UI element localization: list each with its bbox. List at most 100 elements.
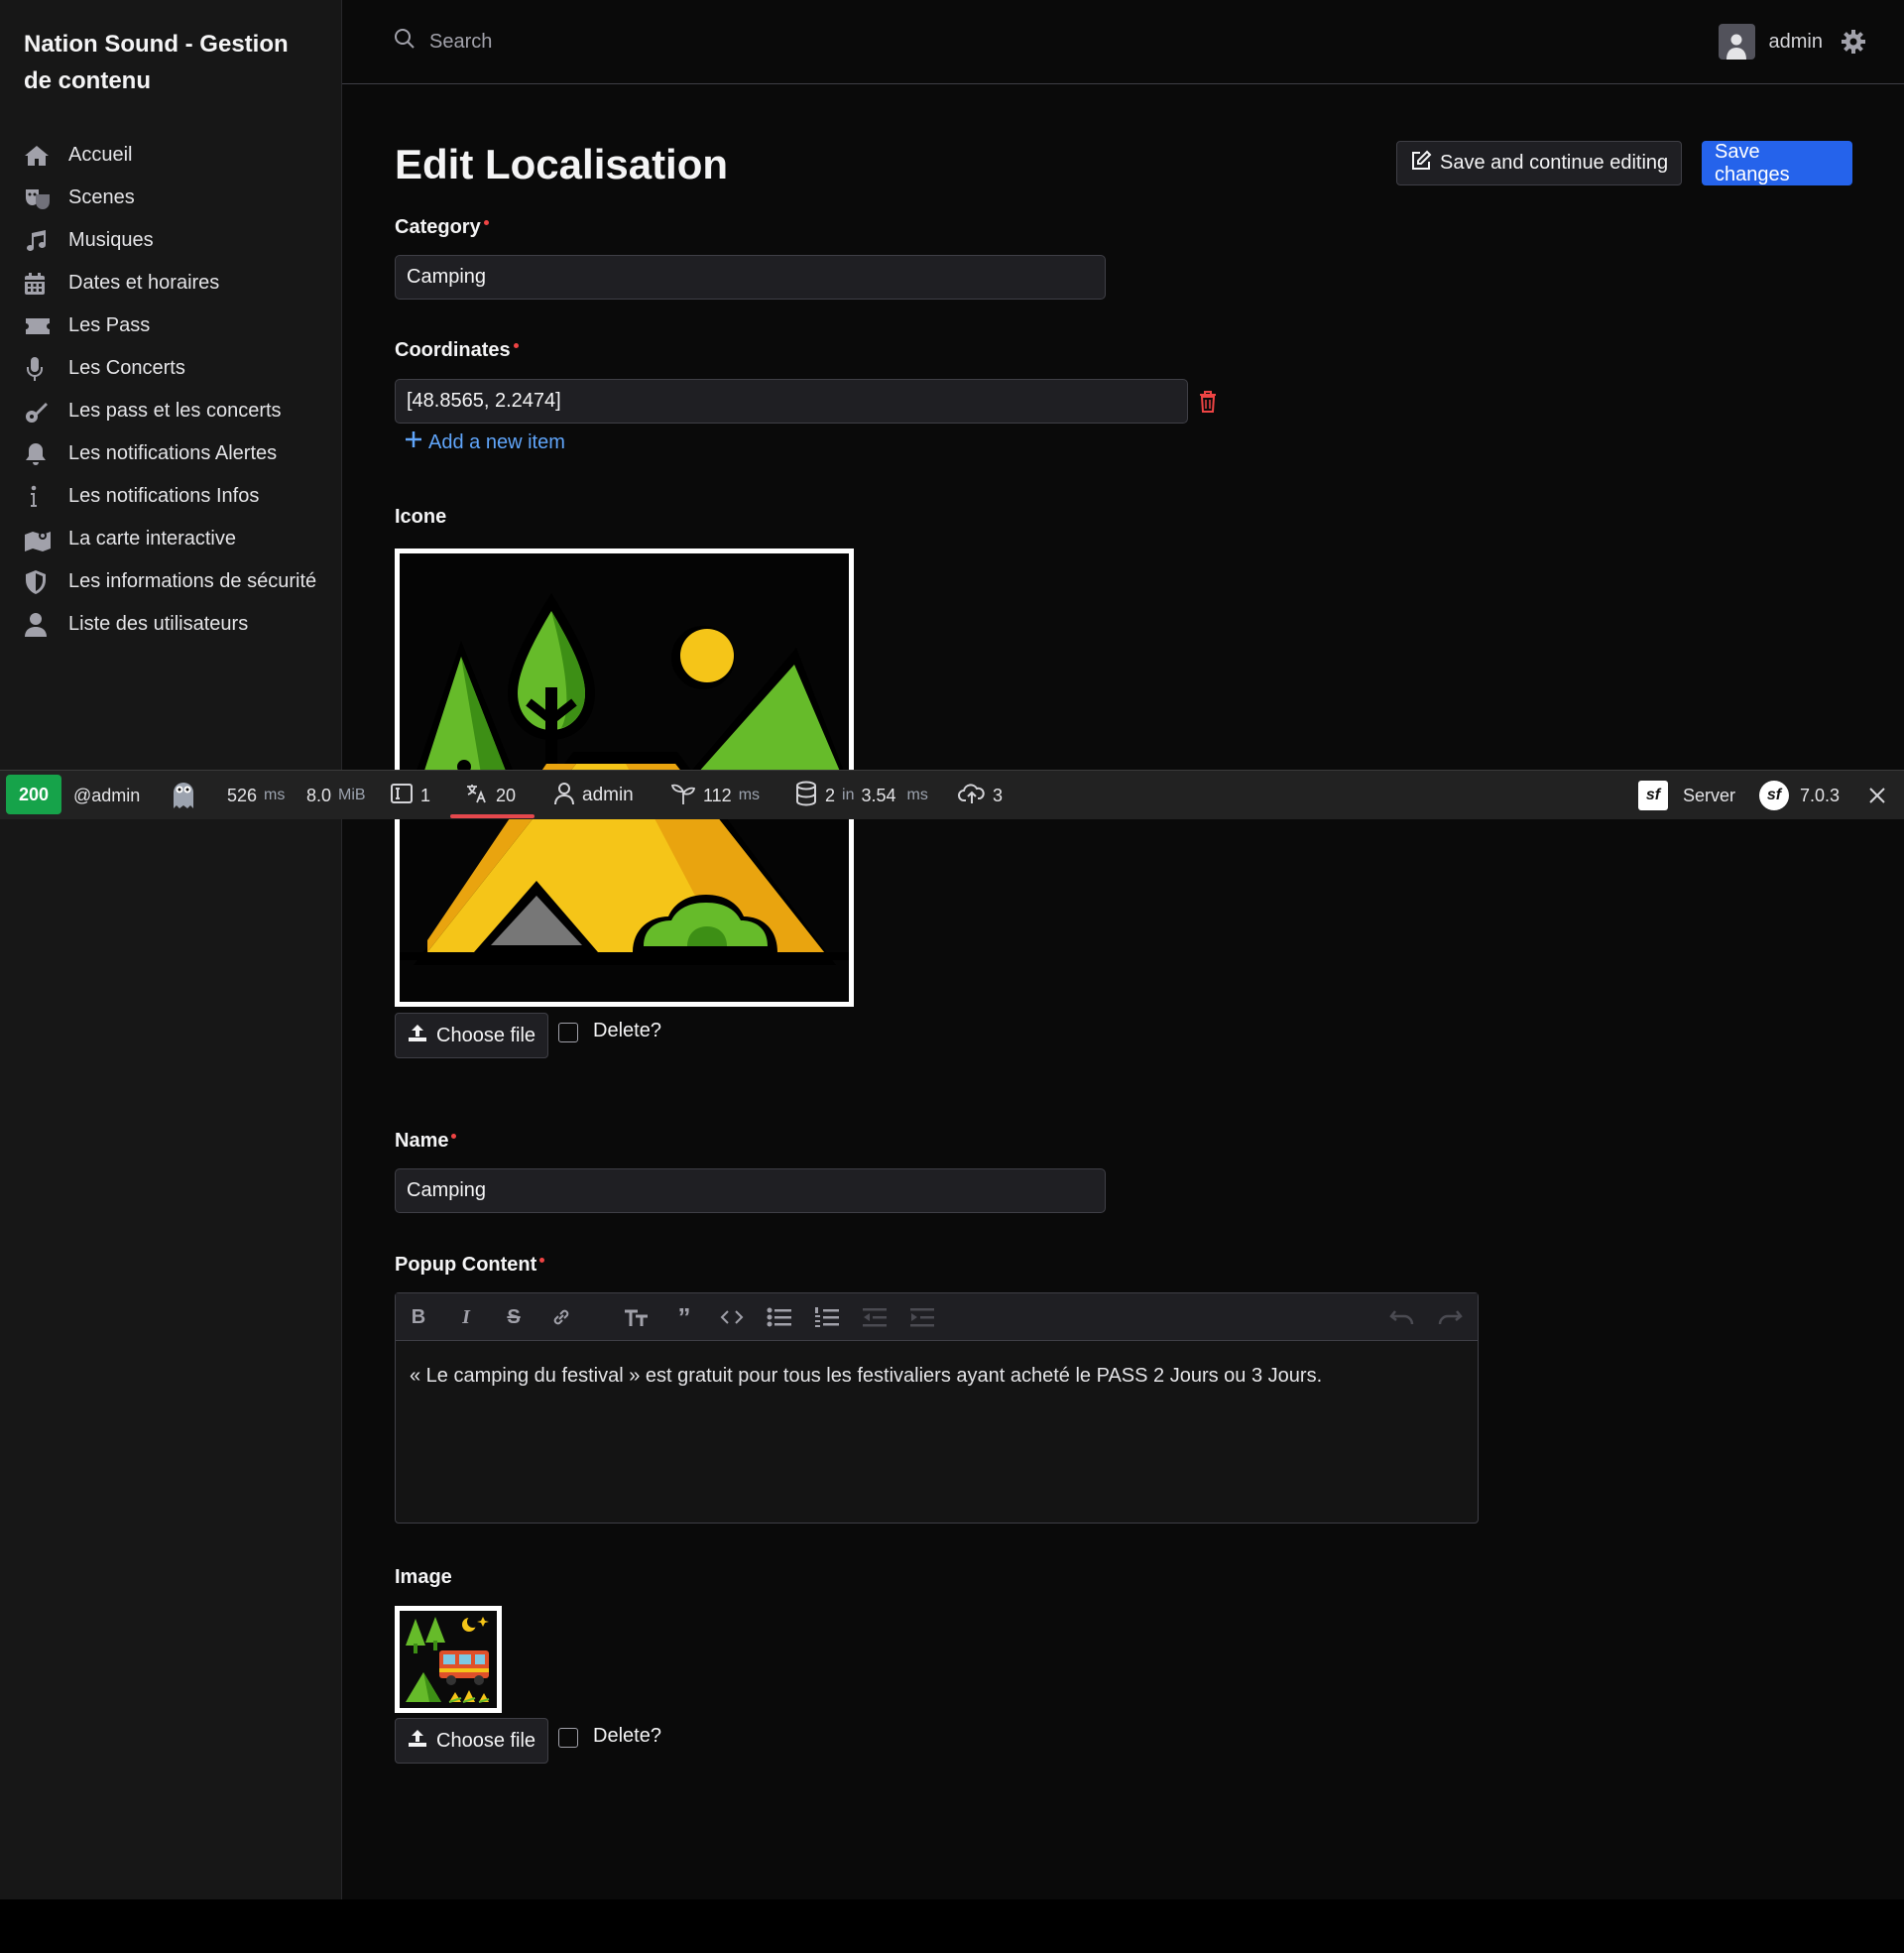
image-label: Image [395, 1566, 452, 1588]
icone-label: Icone [395, 506, 447, 528]
add-item-label: Add a new item [428, 430, 565, 453]
sidebar-item-securite[interactable]: Les informations de sécurité [24, 566, 321, 597]
category-field[interactable]: Camping [395, 255, 1106, 300]
profiler-twig[interactable]: 112 ms [670, 771, 760, 820]
coordinates-label: Coordinates [395, 339, 519, 362]
profiler-db-unit: ms [906, 787, 928, 803]
sidebar-item-scenes[interactable]: Scenes [24, 183, 321, 213]
profiler-time[interactable]: 526 ms [227, 771, 285, 820]
sidebar-item-infos[interactable]: Les notifications Infos [24, 481, 321, 512]
sidebar-item-utilisateurs[interactable]: Liste des utilisateurs [24, 609, 321, 640]
username: admin [1768, 30, 1823, 53]
upload-icon [408, 1728, 427, 1754]
brand-title[interactable]: Nation Sound - Gestion de contenu [24, 26, 321, 99]
trash-icon[interactable] [1198, 390, 1218, 419]
quote-icon[interactable]: ” [669, 1302, 699, 1332]
sidebar-item-pass[interactable]: Les Pass [24, 310, 321, 341]
code-icon[interactable] [717, 1303, 747, 1331]
profiler-version[interactable]: sf 7.0.3 [1759, 771, 1840, 820]
avatar [1718, 24, 1755, 60]
cloud-upload-icon [958, 782, 986, 810]
edit-icon [1410, 150, 1432, 178]
profiler-twig-value: 112 [703, 785, 732, 805]
sidebar-item-musiques[interactable]: Musiques [24, 225, 321, 256]
name-field[interactable]: Camping [395, 1168, 1106, 1213]
profiler-database[interactable]: 2 in 3.54 ms [794, 771, 928, 820]
outdent-icon[interactable] [860, 1303, 890, 1331]
profiler-db-in: in [842, 787, 855, 803]
translations-warning-underline [450, 814, 535, 818]
image-delete-checkbox[interactable] [558, 1728, 578, 1748]
search-placeholder: Search [429, 30, 493, 53]
image-preview[interactable] [395, 1606, 502, 1713]
save-continue-label: Save and continue editing [1440, 152, 1669, 174]
database-icon [794, 781, 818, 811]
link-icon[interactable] [546, 1303, 576, 1331]
coordinates-field[interactable]: [48.8565, 2.2474] [395, 379, 1188, 424]
profiler-server-label: Server [1683, 785, 1736, 805]
profiler-http-client[interactable]: 3 [958, 771, 1003, 820]
user-outline-icon [553, 782, 575, 810]
gear-icon[interactable] [1841, 29, 1866, 60]
numbered-list-icon[interactable] [812, 1303, 842, 1331]
sidebar-item-alertes[interactable]: Les notifications Alertes [24, 438, 321, 469]
sidebar-item-label: Les Concerts [68, 357, 185, 379]
add-item-button[interactable]: Add a new item [405, 430, 565, 454]
page-title: Edit Localisation [395, 141, 729, 187]
undo-icon[interactable] [1387, 1303, 1417, 1331]
image-choose-file-button[interactable]: Choose file [395, 1718, 549, 1764]
map-icon [24, 524, 54, 554]
italic-icon[interactable]: I [451, 1303, 481, 1331]
profiler-translations-count: 20 [496, 785, 517, 805]
editor-content[interactable]: « Le camping du festival » est gratuit p… [410, 1365, 1322, 1388]
info-icon [24, 481, 54, 512]
profiler-memory[interactable]: 8.0 MiB [306, 771, 366, 820]
profiler-translations[interactable]: 20 [465, 771, 516, 820]
sidebar-item-dates[interactable]: Dates et horaires [24, 268, 321, 299]
upload-icon [408, 1023, 427, 1048]
sidebar-item-pass-concerts[interactable]: Les pass et les concerts [24, 396, 321, 427]
popup-content-editor[interactable]: B I S ” « Le camping du festival » est g… [395, 1292, 1479, 1524]
icone-choose-file-button[interactable]: Choose file [395, 1013, 549, 1058]
profiler-security[interactable]: admin [553, 771, 634, 820]
heading-icon[interactable] [622, 1303, 652, 1331]
guitar-icon [24, 396, 54, 427]
profiler-db-count: 2 [825, 785, 836, 805]
icone-delete-label: Delete? [593, 1020, 661, 1041]
popup-content-label: Popup Content [395, 1254, 544, 1277]
page-bottom [0, 1899, 1904, 1953]
icone-delete-checkbox[interactable] [558, 1023, 578, 1042]
strike-icon[interactable]: S [499, 1303, 529, 1331]
save-changes-button[interactable]: Save changes [1702, 141, 1852, 185]
profiler-user[interactable]: @admin [73, 771, 140, 820]
profiler-forms[interactable]: 1 [390, 771, 430, 820]
top-bar: Search admin [342, 0, 1904, 84]
symfony-icon: sf [1759, 781, 1789, 810]
redo-icon[interactable] [1435, 1303, 1465, 1331]
sidebar-item-accueil[interactable]: Accueil [24, 140, 321, 171]
sidebar-item-label: Musiques [68, 229, 154, 251]
status-badge[interactable]: 200 [6, 775, 61, 814]
search-icon [394, 28, 416, 56]
profiler-memory-unit: MiB [338, 787, 366, 803]
bullet-list-icon[interactable] [765, 1303, 794, 1331]
ghost-icon[interactable] [169, 771, 198, 820]
profiler-server[interactable]: sf Server [1638, 771, 1735, 820]
bell-icon [24, 438, 54, 469]
search-input[interactable]: Search [394, 28, 492, 56]
choose-file-label: Choose file [436, 1024, 536, 1046]
indent-icon[interactable] [907, 1303, 937, 1331]
profiler-db-time: 3.54 [861, 785, 896, 805]
profiler-http-count: 3 [993, 785, 1004, 805]
shield-icon [24, 566, 54, 597]
sidebar-item-concerts[interactable]: Les Concerts [24, 353, 321, 384]
close-icon[interactable] [1868, 771, 1886, 820]
user-icon [24, 609, 54, 640]
user-menu[interactable]: admin [1718, 24, 1823, 60]
sidebar-item-carte[interactable]: La carte interactive [24, 524, 321, 554]
microphone-icon [24, 353, 54, 384]
debug-toolbar: 200 @admin 526 ms 8.0 MiB 1 20 admin 112 ms… [0, 770, 1904, 819]
bold-icon[interactable]: B [404, 1303, 433, 1331]
profiler-user-label: @admin [73, 785, 141, 805]
save-continue-button[interactable]: Save and continue editing [1396, 141, 1683, 185]
